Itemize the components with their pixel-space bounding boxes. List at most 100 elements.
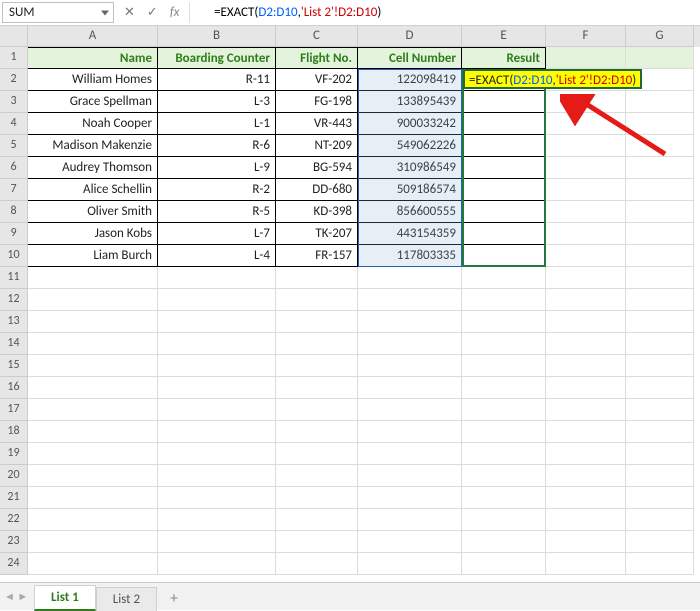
cell-blank[interactable] [28, 531, 158, 553]
col-header-C[interactable]: C [276, 26, 358, 47]
cell-blank[interactable] [546, 245, 626, 267]
tab-list-2[interactable]: List 2 [96, 587, 157, 611]
cell-flight[interactable]: BG-594 [276, 157, 358, 179]
row-header[interactable]: 24 [0, 553, 28, 575]
cell-blank[interactable] [358, 333, 462, 355]
cell-blank[interactable] [626, 289, 694, 311]
cell-blank[interactable] [276, 443, 358, 465]
cell-blank[interactable] [28, 465, 158, 487]
cell-name[interactable]: Grace Spellman [28, 91, 158, 113]
cell-name[interactable]: Madison Makenzie [28, 135, 158, 157]
cell-blank[interactable] [546, 47, 626, 69]
cell-flight[interactable]: VR-443 [276, 113, 358, 135]
cell-blank[interactable] [276, 289, 358, 311]
cell-blank[interactable] [358, 443, 462, 465]
select-all-corner[interactable] [0, 26, 28, 47]
cell-blank[interactable] [546, 289, 626, 311]
col-header-E[interactable]: E [462, 26, 546, 47]
cell-blank[interactable] [546, 157, 626, 179]
row-header[interactable]: 9 [0, 223, 28, 245]
cell-blank[interactable] [546, 487, 626, 509]
cell-result[interactable] [462, 157, 546, 179]
row-header[interactable]: 3 [0, 91, 28, 113]
cell-blank[interactable] [546, 333, 626, 355]
cell-blank[interactable] [158, 443, 276, 465]
row-header[interactable]: 16 [0, 377, 28, 399]
cell-result[interactable] [462, 179, 546, 201]
formula-input[interactable]: =EXACT(D2:D10,'List 2'!D2:D10) [190, 2, 698, 23]
th-result[interactable]: Result [462, 47, 546, 69]
cell-blank[interactable] [626, 465, 694, 487]
cell-flight[interactable]: FR-157 [276, 245, 358, 267]
cell-name[interactable]: Noah Cooper [28, 113, 158, 135]
cell-boarding[interactable]: L-3 [158, 91, 276, 113]
cell-blank[interactable] [28, 311, 158, 333]
cell-number[interactable]: 443154359 [358, 223, 462, 245]
chevron-down-icon[interactable] [101, 10, 109, 15]
cell-blank[interactable] [546, 223, 626, 245]
cell-blank[interactable] [462, 267, 546, 289]
cell-blank[interactable] [276, 399, 358, 421]
cell-flight[interactable]: KD-398 [276, 201, 358, 223]
cell-blank[interactable] [462, 465, 546, 487]
cell-blank[interactable] [546, 399, 626, 421]
row-header[interactable]: 4 [0, 113, 28, 135]
cell-boarding[interactable]: R-2 [158, 179, 276, 201]
new-sheet-button[interactable]: + [161, 588, 187, 610]
cell-boarding[interactable]: L-1 [158, 113, 276, 135]
cell-blank[interactable] [462, 553, 546, 575]
row-header[interactable]: 6 [0, 157, 28, 179]
cell-result[interactable] [462, 223, 546, 245]
cell-blank[interactable] [28, 333, 158, 355]
cell-blank[interactable] [358, 289, 462, 311]
cell-blank[interactable] [358, 267, 462, 289]
row-header[interactable]: 11 [0, 267, 28, 289]
th-boarding[interactable]: Boarding Counter [158, 47, 276, 69]
accept-icon[interactable]: ✓ [147, 6, 158, 19]
cell-blank[interactable] [158, 377, 276, 399]
cell-blank[interactable] [626, 113, 694, 135]
row-header[interactable]: 5 [0, 135, 28, 157]
cell-blank[interactable] [626, 179, 694, 201]
cell-blank[interactable] [276, 509, 358, 531]
cell-blank[interactable] [276, 267, 358, 289]
cell-blank[interactable] [158, 465, 276, 487]
cell-blank[interactable] [546, 179, 626, 201]
cell-boarding[interactable]: L-7 [158, 223, 276, 245]
cell-boarding[interactable]: R-11 [158, 69, 276, 91]
cell-blank[interactable] [626, 355, 694, 377]
cell-blank[interactable] [276, 333, 358, 355]
cell-blank[interactable] [546, 135, 626, 157]
cell-blank[interactable] [626, 333, 694, 355]
row-header[interactable]: 8 [0, 201, 28, 223]
cell-blank[interactable] [28, 267, 158, 289]
cell-blank[interactable] [28, 377, 158, 399]
cell-blank[interactable] [462, 531, 546, 553]
cell-blank[interactable] [626, 135, 694, 157]
cell-blank[interactable] [358, 531, 462, 553]
cell-result[interactable] [462, 245, 546, 267]
row-header[interactable]: 23 [0, 531, 28, 553]
cell-blank[interactable] [28, 509, 158, 531]
cell-blank[interactable] [462, 509, 546, 531]
cell-result[interactable] [462, 135, 546, 157]
cancel-icon[interactable]: ✕ [124, 6, 135, 19]
cell-blank[interactable] [546, 553, 626, 575]
cell-blank[interactable] [626, 443, 694, 465]
cell-blank[interactable] [626, 399, 694, 421]
row-header[interactable]: 18 [0, 421, 28, 443]
cell-blank[interactable] [276, 311, 358, 333]
cell-name[interactable]: Liam Burch [28, 245, 158, 267]
row-header[interactable]: 14 [0, 333, 28, 355]
cell-blank[interactable] [626, 487, 694, 509]
cell-blank[interactable] [546, 465, 626, 487]
row-header[interactable]: 22 [0, 509, 28, 531]
cell-blank[interactable] [462, 399, 546, 421]
cell-blank[interactable] [626, 267, 694, 289]
cell-blank[interactable] [276, 421, 358, 443]
grid[interactable]: A B C D E F G 1 Name Boarding Counter Fl… [0, 26, 700, 575]
cell-blank[interactable] [158, 399, 276, 421]
cell-blank[interactable] [158, 509, 276, 531]
row-header[interactable]: 1 [0, 47, 28, 69]
cell-blank[interactable] [626, 245, 694, 267]
